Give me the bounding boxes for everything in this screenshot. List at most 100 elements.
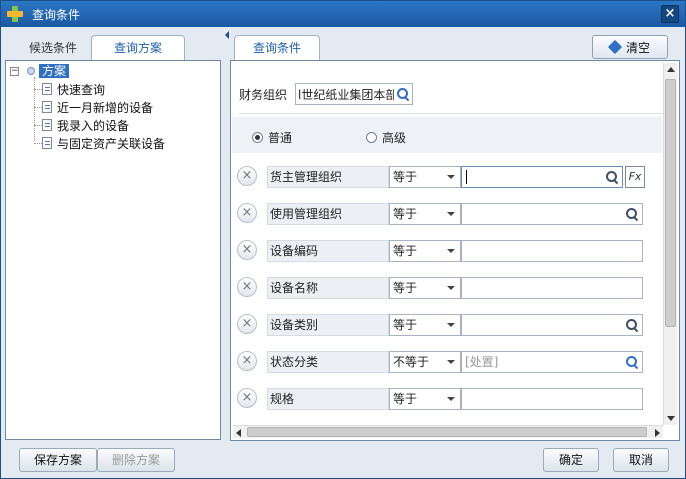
document-icon <box>42 83 52 95</box>
collapse-icon[interactable]: − <box>10 66 19 76</box>
clear-label: 清空 <box>625 40 650 55</box>
condition-value-input[interactable] <box>461 277 643 299</box>
eraser-icon <box>607 39 623 55</box>
radio-checked-icon <box>252 132 263 143</box>
scroll-down-icon[interactable] <box>667 416 675 421</box>
tree-root[interactable]: − 方案 <box>10 64 70 78</box>
document-icon <box>42 137 52 149</box>
condition-field: 设备编码 <box>267 240 389 262</box>
conditions-panel: 财务组织 l世纪纸业集团本部 普通 高级 × 货主管理组织 等于 Fx × 使用… <box>230 60 680 441</box>
close-button[interactable]: × <box>661 5 679 23</box>
finance-org-value: l世纪纸业集团本部 <box>298 87 394 102</box>
tree-item-recent-month[interactable]: 近一月新增的设备 <box>34 99 153 115</box>
search-icon[interactable] <box>604 169 620 185</box>
search-icon[interactable] <box>624 317 640 333</box>
operator-select[interactable]: 等于 <box>389 277 461 299</box>
condition-row-equipment-name: × 设备名称 等于 <box>237 277 643 299</box>
tree-root-label: 方案 <box>39 64 70 78</box>
cancel-button[interactable]: 取消 <box>613 448 669 472</box>
radio-advanced[interactable]: 高级 <box>366 129 406 146</box>
condition-field: 货主管理组织 <box>267 166 389 188</box>
remove-condition-button[interactable]: × <box>237 277 257 297</box>
condition-value-input[interactable]: [处置] <box>461 351 643 373</box>
finance-org-field[interactable]: l世纪纸业集团本部 <box>295 83 413 105</box>
condition-field: 使用管理组织 <box>267 203 389 225</box>
scroll-right-icon[interactable] <box>655 429 660 437</box>
scroll-thumb[interactable] <box>665 79 676 327</box>
remove-condition-button[interactable]: × <box>237 351 257 371</box>
conditions-area: 查询条件 清空 财务组织 l世纪纸业集团本部 普通 高级 × 货主管理组织 等于… <box>230 31 680 441</box>
condition-value-input[interactable] <box>461 314 643 336</box>
finance-org-row: 财务组织 l世纪纸业集团本部 <box>239 83 413 105</box>
condition-field: 状态分类 <box>267 351 389 373</box>
folder-node-icon <box>27 67 35 75</box>
condition-row-owner-org: × 货主管理组织 等于 Fx <box>237 166 645 188</box>
search-icon[interactable] <box>624 206 640 222</box>
document-icon <box>42 101 52 113</box>
divider <box>239 113 663 114</box>
mode-radio-group: 普通 高级 <box>232 117 662 153</box>
dropdown-arrow-icon <box>447 175 455 179</box>
remove-condition-button[interactable]: × <box>237 166 257 186</box>
condition-field: 规格 <box>267 388 389 410</box>
window-title: 查询条件 <box>32 7 81 22</box>
operator-select[interactable]: 等于 <box>389 388 461 410</box>
text-caret <box>466 170 467 184</box>
dropdown-arrow-icon <box>447 323 455 327</box>
tab-candidate-conditions[interactable]: 候选条件 <box>11 35 95 61</box>
condition-row-equipment-category: × 设备类别 等于 <box>237 314 643 336</box>
tree-item-quick-query[interactable]: 快速查询 <box>34 81 105 97</box>
dropdown-arrow-icon <box>447 360 455 364</box>
search-icon[interactable] <box>395 86 411 102</box>
ok-button[interactable]: 确定 <box>543 448 599 472</box>
condition-value-input[interactable] <box>461 240 643 262</box>
condition-field: 设备名称 <box>267 277 389 299</box>
operator-select[interactable]: 等于 <box>389 240 461 262</box>
dropdown-arrow-icon <box>447 397 455 401</box>
vertical-scrollbar[interactable] <box>663 63 677 425</box>
dropdown-arrow-icon <box>447 212 455 216</box>
condition-row-equipment-code: × 设备编码 等于 <box>237 240 643 262</box>
scroll-up-icon[interactable] <box>667 67 675 72</box>
condition-value-placeholder: [处置] <box>465 355 499 369</box>
scroll-thumb[interactable] <box>247 427 647 437</box>
operator-select[interactable]: 等于 <box>389 314 461 336</box>
tree-item-my-entries[interactable]: 我录入的设备 <box>34 117 129 133</box>
query-dialog: 查询条件 × 候选条件 查询方案 − 方案 快速查询 近一月新增的设备 我录入的… <box>0 0 686 479</box>
radio-normal[interactable]: 普通 <box>252 129 292 146</box>
dropdown-arrow-icon <box>447 286 455 290</box>
condition-value-input[interactable] <box>461 388 643 410</box>
dropdown-arrow-icon <box>447 249 455 253</box>
remove-condition-button[interactable]: × <box>237 314 257 334</box>
operator-select[interactable]: 等于 <box>389 166 461 188</box>
left-tab-strip: 候选条件 查询方案 <box>7 35 221 61</box>
condition-row-status-category: × 状态分类 不等于 [处置] <box>237 351 643 373</box>
document-icon <box>42 119 52 131</box>
horizontal-scrollbar[interactable] <box>233 425 663 438</box>
save-scheme-button[interactable]: 保存方案 <box>19 448 97 472</box>
scheme-tree: − 方案 快速查询 近一月新增的设备 我录入的设备 与固定资产关联设备 <box>5 60 221 440</box>
close-icon: × <box>664 6 676 21</box>
collapse-left-arrow-icon[interactable] <box>225 31 229 39</box>
remove-condition-button[interactable]: × <box>237 388 257 408</box>
condition-row-usage-org: × 使用管理组织 等于 <box>237 203 643 225</box>
title-bar: 查询条件 × <box>1 1 685 27</box>
condition-row-specification: × 规格 等于 <box>237 388 643 410</box>
condition-field: 设备类别 <box>267 314 389 336</box>
tab-query-conditions[interactable]: 查询条件 <box>234 35 320 61</box>
operator-select[interactable]: 等于 <box>389 203 461 225</box>
scroll-left-icon[interactable] <box>236 429 241 437</box>
tab-query-schemes[interactable]: 查询方案 <box>91 35 185 61</box>
radio-unchecked-icon <box>366 132 377 143</box>
search-icon[interactable] <box>624 354 640 370</box>
formula-button[interactable]: Fx <box>625 166 645 188</box>
condition-value-input[interactable] <box>461 166 623 188</box>
remove-condition-button[interactable]: × <box>237 240 257 260</box>
operator-select[interactable]: 不等于 <box>389 351 461 373</box>
delete-scheme-button[interactable]: 删除方案 <box>97 448 175 472</box>
clear-button[interactable]: 清空 <box>592 35 668 59</box>
tree-item-asset-linked[interactable]: 与固定资产关联设备 <box>34 135 165 151</box>
app-plus-icon <box>6 5 24 23</box>
condition-value-input[interactable] <box>461 203 643 225</box>
remove-condition-button[interactable]: × <box>237 203 257 223</box>
